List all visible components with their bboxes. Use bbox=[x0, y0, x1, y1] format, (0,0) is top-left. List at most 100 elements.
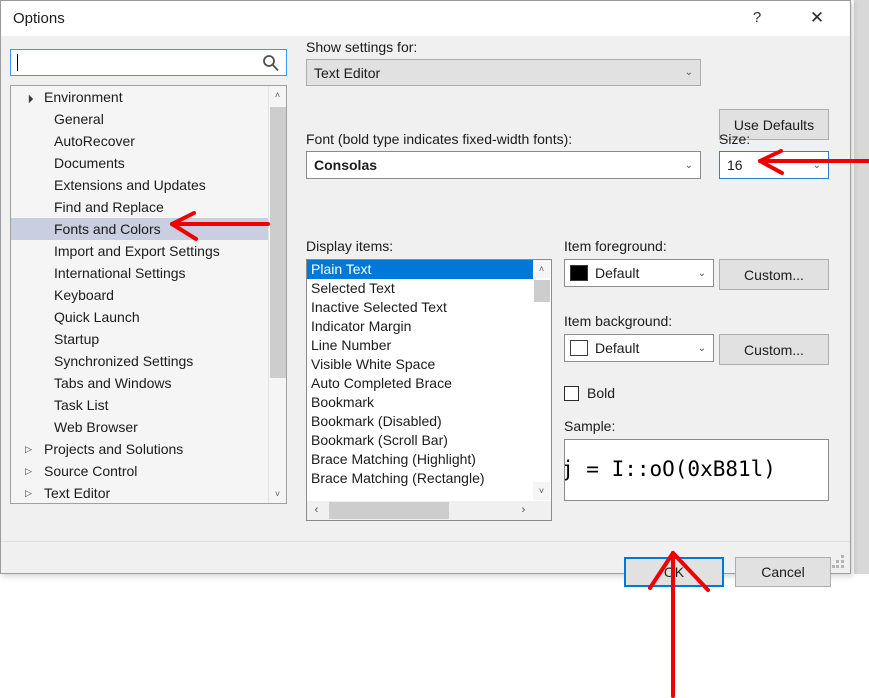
tree-item-international-settings[interactable]: International Settings bbox=[11, 262, 286, 284]
scroll-right-icon[interactable]: › bbox=[514, 501, 533, 520]
tree-item-extensions-and-updates[interactable]: Extensions and Updates bbox=[11, 174, 286, 196]
tree-scrollbar[interactable]: ˄ ˅ bbox=[268, 86, 286, 503]
show-settings-for-dropdown[interactable]: Text Editor ⌄ bbox=[306, 59, 701, 86]
sample-text: j = I::oO(0xB81l) bbox=[564, 457, 776, 481]
scroll-up-icon[interactable]: ˄ bbox=[269, 86, 286, 104]
display-item[interactable]: Brace Matching (Highlight) bbox=[307, 450, 533, 469]
tree-item-task-list[interactable]: Task List bbox=[11, 394, 286, 416]
search-box[interactable] bbox=[10, 49, 287, 77]
options-dialog: Options ? ✕ ◢ Environment General AutoRecov… bbox=[0, 0, 851, 587]
tree-item-label: Task List bbox=[54, 397, 109, 413]
display-items-label: Display items: bbox=[306, 238, 394, 254]
expander-collapsed-icon[interactable]: ▷ bbox=[25, 460, 37, 482]
tree-item-label: Documents bbox=[54, 155, 125, 171]
item-foreground-dropdown[interactable]: Default ⌄ bbox=[564, 259, 714, 287]
options-category-tree[interactable]: ◢ Environment General AutoRecover Documents E… bbox=[10, 85, 287, 504]
display-item[interactable]: Line Number bbox=[307, 336, 533, 355]
display-items-hscrollbar[interactable]: ‹ › bbox=[307, 500, 551, 520]
tree-item-tabs-and-windows[interactable]: Tabs and Windows bbox=[11, 372, 286, 394]
display-item-label: Bookmark bbox=[311, 394, 375, 410]
display-item[interactable]: Auto Completed Brace bbox=[307, 374, 533, 393]
footer-separator bbox=[1, 541, 850, 542]
display-item[interactable]: Plain Text bbox=[307, 260, 533, 279]
help-icon[interactable]: ? bbox=[734, 1, 780, 35]
tree-item-label: Find and Replace bbox=[54, 199, 164, 215]
tree-item-general[interactable]: General bbox=[11, 108, 286, 130]
scroll-down-icon[interactable]: ˅ bbox=[269, 485, 286, 503]
tree-item-label: Synchronized Settings bbox=[54, 353, 194, 369]
scroll-left-icon[interactable]: ‹ bbox=[307, 501, 326, 520]
dialog-titlebar: Options ? ✕ bbox=[1, 1, 850, 36]
display-item[interactable]: Bookmark (Scroll Bar) bbox=[307, 431, 533, 450]
display-item[interactable]: Indicator Margin bbox=[307, 317, 533, 336]
sample-label: Sample: bbox=[564, 418, 616, 434]
display-item[interactable]: Bookmark bbox=[307, 393, 533, 412]
background-custom-button[interactable]: Custom... bbox=[719, 334, 829, 365]
tree-item-find-and-replace[interactable]: Find and Replace bbox=[11, 196, 286, 218]
tree-item-fonts-and-colors[interactable]: Fonts and Colors bbox=[11, 218, 286, 240]
display-item[interactable]: Inactive Selected Text bbox=[307, 298, 533, 317]
display-item-label: Auto Completed Brace bbox=[311, 375, 452, 391]
tree-item-label: Import and Export Settings bbox=[54, 243, 220, 259]
tree-item-keyboard[interactable]: Keyboard bbox=[11, 284, 286, 306]
tree-item-web-browser[interactable]: Web Browser bbox=[11, 416, 286, 438]
tree-item-environment[interactable]: ◢ Environment bbox=[11, 86, 286, 108]
tree-item-import-and-export-settings[interactable]: Import and Export Settings bbox=[11, 240, 286, 262]
scroll-down-icon[interactable]: ˅ bbox=[533, 482, 550, 500]
display-item-label: Brace Matching (Highlight) bbox=[311, 451, 476, 467]
tree-item-startup[interactable]: Startup bbox=[11, 328, 286, 350]
tree-item-label: AutoRecover bbox=[54, 133, 135, 149]
tree-item-synchronized-settings[interactable]: Synchronized Settings bbox=[11, 350, 286, 372]
search-icon bbox=[263, 55, 279, 72]
font-dropdown[interactable]: Consolas ⌄ bbox=[306, 151, 701, 179]
display-item-label: Bookmark (Scroll Bar) bbox=[311, 432, 448, 448]
display-items-list[interactable]: Plain Text Selected Text Inactive Selected… bbox=[306, 259, 552, 521]
foreground-custom-button[interactable]: Custom... bbox=[719, 259, 829, 290]
font-size-value: 16 bbox=[727, 157, 743, 173]
tree-item-label: Fonts and Colors bbox=[54, 221, 161, 237]
scroll-up-icon[interactable]: ˄ bbox=[533, 260, 550, 278]
display-item-label: Visible White Space bbox=[311, 356, 436, 372]
tree-item-label: Environment bbox=[44, 89, 123, 105]
display-item[interactable]: Brace Matching (Rectangle) bbox=[307, 469, 533, 488]
tree-item-autorecover[interactable]: AutoRecover bbox=[11, 130, 286, 152]
chevron-down-icon: ⌄ bbox=[684, 67, 693, 78]
tree-item-quick-launch[interactable]: Quick Launch bbox=[11, 306, 286, 328]
tree-item-documents[interactable]: Documents bbox=[11, 152, 286, 174]
display-item-label: Line Number bbox=[311, 337, 392, 353]
scrollbar-thumb[interactable] bbox=[534, 280, 550, 302]
show-settings-for-label: Show settings for: bbox=[306, 39, 418, 55]
item-foreground-label: Item foreground: bbox=[564, 238, 667, 254]
item-background-label: Item background: bbox=[564, 313, 673, 329]
tree-items-container: ◢ Environment General AutoRecover Documents E… bbox=[11, 86, 286, 503]
resize-grip[interactable] bbox=[832, 555, 845, 568]
chevron-down-icon: ⌄ bbox=[697, 267, 706, 279]
expander-collapsed-icon[interactable]: ▷ bbox=[25, 438, 37, 460]
tree-item-label: Tabs and Windows bbox=[54, 375, 172, 391]
bold-checkbox[interactable] bbox=[564, 386, 579, 401]
show-settings-for-value: Text Editor bbox=[314, 64, 381, 81]
chevron-down-icon: ⌄ bbox=[697, 342, 706, 354]
display-item[interactable]: Selected Text bbox=[307, 279, 533, 298]
tree-item-label: Extensions and Updates bbox=[54, 177, 206, 193]
item-background-dropdown[interactable]: Default ⌄ bbox=[564, 334, 714, 362]
display-item-label: Brace Matching (Rectangle) bbox=[311, 470, 485, 486]
close-icon[interactable]: ✕ bbox=[794, 1, 840, 35]
tree-item-projects-and-solutions[interactable]: ▷ Projects and Solutions bbox=[11, 438, 286, 460]
expander-collapsed-icon[interactable]: ▷ bbox=[25, 482, 37, 503]
display-items-vscrollbar[interactable]: ˄ ˅ bbox=[533, 260, 551, 500]
search-input[interactable] bbox=[20, 50, 254, 77]
font-size-dropdown[interactable]: 16 ⌄ bbox=[719, 151, 829, 179]
display-item-label: Selected Text bbox=[311, 280, 395, 296]
scrollbar-thumb[interactable] bbox=[329, 502, 449, 519]
display-item[interactable]: Visible White Space bbox=[307, 355, 533, 374]
cancel-button[interactable]: Cancel bbox=[735, 557, 831, 587]
expander-expanded-icon[interactable]: ◢ bbox=[19, 86, 43, 109]
tree-item-text-editor[interactable]: ▷ Text Editor bbox=[11, 482, 286, 503]
tree-item-source-control[interactable]: ▷ Source Control bbox=[11, 460, 286, 482]
display-item[interactable]: Bookmark (Disabled) bbox=[307, 412, 533, 431]
tree-item-label: Keyboard bbox=[54, 287, 114, 303]
scrollbar-thumb[interactable] bbox=[270, 107, 286, 378]
tree-item-label: Web Browser bbox=[54, 419, 138, 435]
ok-button[interactable]: OK bbox=[624, 557, 724, 587]
